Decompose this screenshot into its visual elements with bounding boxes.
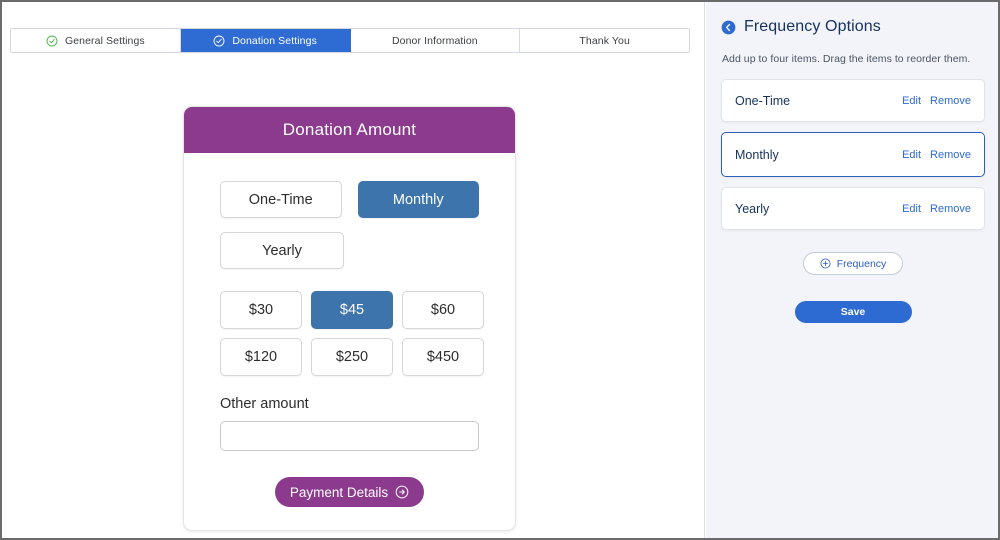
amount-label: $250 — [335, 349, 369, 365]
remove-link[interactable]: Remove — [930, 149, 971, 161]
list-item-actions: Edit Remove — [902, 95, 971, 107]
tab-general-settings[interactable]: General Settings — [11, 29, 181, 52]
list-item-label: One-Time — [735, 93, 791, 108]
tab-thank-you[interactable]: Thank You — [520, 29, 689, 52]
list-item-actions: Edit Remove — [902, 149, 971, 161]
edit-link[interactable]: Edit — [902, 149, 921, 161]
payment-details-button[interactable]: Payment Details — [274, 477, 425, 507]
card-title: Donation Amount — [282, 120, 417, 139]
payment-details-label: Payment Details — [289, 484, 389, 500]
save-button[interactable]: Save — [794, 301, 912, 323]
donation-amount-card: Donation Amount One-Time Monthly Yearly — [183, 106, 516, 531]
amount-label: $45 — [339, 302, 365, 318]
tab-label: General Settings — [64, 34, 145, 47]
amount-button[interactable]: $250 — [311, 338, 393, 376]
frequency-row-2: Yearly — [220, 232, 479, 269]
tab-donation-settings[interactable]: Donation Settings — [180, 29, 351, 52]
list-item-label: Yearly — [735, 201, 770, 216]
plus-circle-icon — [820, 258, 831, 269]
amount-button[interactable]: $60 — [402, 291, 484, 329]
app-window: General Settings Donation Settings Donor… — [0, 0, 1000, 540]
add-frequency-label: Frequency — [836, 257, 887, 270]
tab-label: Donor Information — [392, 34, 478, 47]
amount-grid: $30 $45 $60 $120 $250 $450 — [220, 291, 484, 376]
list-item-label: Monthly — [735, 147, 779, 162]
amount-label: $60 — [430, 302, 456, 318]
settings-pane: Frequency Options Add up to four items. … — [706, 2, 998, 538]
settings-subtitle: Add up to four items. Drag the items to … — [722, 53, 971, 65]
card-body: One-Time Monthly Yearly $30 $45 $60 $120… — [184, 153, 515, 507]
check-circle-icon — [213, 35, 225, 46]
frequency-option-yearly[interactable]: Yearly — [220, 232, 344, 269]
add-frequency-button[interactable]: Frequency — [802, 252, 904, 275]
frequency-option-label: Monthly — [392, 191, 444, 208]
save-label: Save — [840, 306, 866, 318]
edit-link[interactable]: Edit — [902, 95, 921, 107]
add-frequency-row: Frequency — [706, 252, 998, 275]
other-amount-label: Other amount — [220, 396, 309, 412]
amount-label: $120 — [244, 349, 278, 365]
settings-header: Frequency Options — [706, 2, 998, 36]
list-item-monthly[interactable]: Monthly Edit Remove — [721, 132, 985, 177]
check-circle-icon — [46, 35, 58, 46]
save-row: Save — [706, 301, 998, 323]
list-item-one-time[interactable]: One-Time Edit Remove — [721, 79, 985, 122]
frequency-option-monthly[interactable]: Monthly — [357, 181, 479, 218]
frequency-option-one-time[interactable]: One-Time — [220, 181, 342, 218]
other-amount-input[interactable] — [220, 421, 479, 451]
settings-title: Frequency Options — [744, 18, 881, 35]
list-item-actions: Edit Remove — [902, 203, 971, 215]
arrow-right-circle-icon — [395, 485, 409, 499]
list-item-yearly[interactable]: Yearly Edit Remove — [721, 187, 985, 230]
tab-label: Thank You — [579, 34, 630, 47]
amount-button[interactable]: $30 — [220, 291, 302, 329]
amount-button-selected[interactable]: $45 — [311, 291, 393, 329]
amount-button[interactable]: $450 — [402, 338, 484, 376]
remove-link[interactable]: Remove — [930, 203, 971, 215]
back-circle-icon[interactable] — [721, 20, 736, 35]
frequency-option-label: Yearly — [262, 242, 302, 259]
frequency-row-1: One-Time Monthly — [220, 181, 479, 218]
edit-link[interactable]: Edit — [902, 203, 921, 215]
preview-pane: General Settings Donation Settings Donor… — [2, 2, 705, 538]
tab-label: Donation Settings — [232, 34, 317, 47]
amount-label: $30 — [248, 302, 274, 318]
tab-donor-information[interactable]: Donor Information — [350, 29, 521, 52]
payment-details-row: Payment Details — [220, 477, 479, 507]
remove-link[interactable]: Remove — [930, 95, 971, 107]
amount-button[interactable]: $120 — [220, 338, 302, 376]
amount-label: $450 — [426, 349, 460, 365]
wizard-tab-strip: General Settings Donation Settings Donor… — [10, 28, 690, 53]
card-header: Donation Amount — [184, 107, 515, 153]
frequency-options-list: One-Time Edit Remove Monthly Edit Remove… — [721, 79, 985, 230]
frequency-option-label: One-Time — [248, 191, 313, 208]
